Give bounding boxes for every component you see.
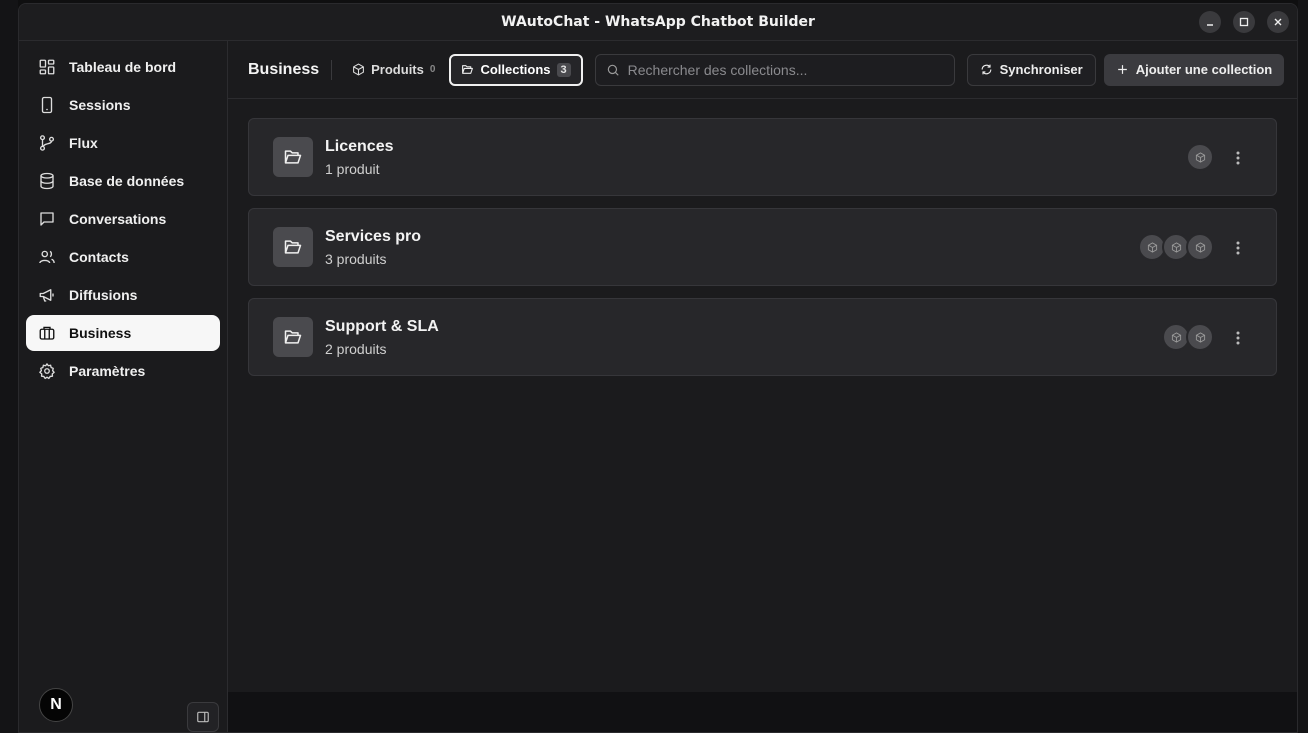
box-icon [353,63,365,76]
add-collection-button[interactable]: Ajouter une collection [1103,53,1285,86]
collection-icon-box [273,317,313,357]
title-bar: WAutoChat - WhatsApp Chatbot Builder [19,4,1297,41]
page-header: Business Produits 0 Collections 3 Recher… [228,41,1297,99]
window-title: WAutoChat - WhatsApp Chatbot Builder [501,14,815,30]
sidebar-item-label: Base de données [69,173,185,189]
box-icon [1195,331,1205,343]
folder-open-icon [284,240,302,254]
maximize-icon [1239,17,1249,27]
plus-icon [1117,65,1127,74]
folder-open-icon [284,150,302,164]
folder-open-icon [284,330,302,344]
sync-button-label: Synchroniser [999,62,1083,77]
footer-area [228,692,1297,732]
more-vertical-icon [1236,241,1240,255]
minimize-icon [1207,24,1213,26]
sidebar-item-flux[interactable]: Flux [26,125,220,161]
sidebar-item-broadcasts[interactable]: Diffusions [26,277,220,313]
collection-product-count: 3 produits [325,250,387,267]
add-collection-label: Ajouter une collection [1135,62,1273,77]
product-thumbnail [1186,323,1214,351]
collection-card[interactable]: Services pro 3 produits [248,208,1277,286]
product-thumbnails [1162,323,1214,351]
briefcase-icon [39,326,55,340]
sidebar-item-label: Conversations [69,211,167,227]
desktop-background-right [1298,0,1308,733]
collection-icon-box [273,137,313,177]
maximize-button[interactable] [1233,11,1255,33]
collection-name: Services pro [325,227,422,245]
sidebar-item-conversations[interactable]: Conversations [26,201,220,237]
collection-product-count: 2 produits [325,340,387,357]
collection-name: Licences [325,137,394,155]
product-thumbnails [1138,233,1214,261]
more-options-button[interactable] [1230,329,1246,347]
collections-list: Licences 1 produit Services pro 3 produi… [228,99,1297,407]
sidebar-toggle-icon [197,711,209,723]
sidebar-item-sessions[interactable]: Sessions [26,87,220,123]
window-controls [1199,11,1289,33]
git-branch-icon [39,135,55,151]
product-thumbnails [1186,143,1214,171]
product-thumbnail [1186,233,1214,261]
more-options-button[interactable] [1230,239,1246,257]
tab-collections[interactable]: Collections 3 [449,53,583,86]
megaphone-icon [39,289,54,302]
more-vertical-icon [1236,151,1240,165]
sidebar-item-settings[interactable]: Paramètres [26,353,220,389]
message-square-icon [40,212,54,226]
collapse-sidebar-button[interactable] [187,702,219,732]
search-icon [607,64,619,76]
folder-open-icon [462,65,474,74]
collection-card[interactable]: Licences 1 produit [248,118,1277,196]
search-input[interactable] [627,61,928,78]
collection-name: Support & SLA [325,317,439,335]
search-box [594,53,955,86]
tab-count: 3 [556,62,571,77]
collection-card[interactable]: Support & SLA 2 produits [248,298,1277,376]
sidebar-item-label: Diffusions [69,287,138,303]
sidebar-item-label: Contacts [69,249,129,265]
sidebar-item-contacts[interactable]: Contacts [26,239,220,275]
refresh-icon [981,64,992,75]
collection-product-count: 1 produit [325,160,380,177]
settings-icon [39,363,55,380]
close-icon [1274,18,1282,26]
tab-label: Collections [480,62,551,77]
box-icon [1171,331,1181,343]
more-vertical-icon [1236,331,1240,345]
sidebar-item-label: Paramètres [69,363,146,379]
box-icon [1147,241,1157,253]
box-icon [1171,241,1181,253]
app-window: WAutoChat - WhatsApp Chatbot Builder Tab… [18,3,1298,733]
sidebar-item-label: Tableau de bord [69,59,177,75]
sidebar-item-label: Business [69,325,132,341]
minimize-button[interactable] [1199,11,1221,33]
sync-button[interactable]: Synchroniser [966,53,1096,86]
main-content: Business Produits 0 Collections 3 Recher… [228,41,1297,732]
sidebar-item-database[interactable]: Base de données [26,163,220,199]
avatar[interactable]: N [39,688,73,722]
desktop-background-left [0,0,18,733]
divider [331,59,333,80]
close-button[interactable] [1267,11,1289,33]
product-thumbnail [1186,143,1214,171]
phone-icon [41,96,53,114]
collection-icon-box [273,227,313,267]
users-icon [39,250,55,264]
sidebar: Tableau de bord Sessions Flux Base de do… [19,41,228,732]
database-icon [40,172,54,190]
sidebar-item-label: Sessions [69,97,131,113]
tab-count: 0 [429,64,436,75]
sidebar-item-dashboard[interactable]: Tableau de bord [26,49,220,85]
dashboard-icon [39,59,55,75]
sidebar-item-business[interactable]: Business [26,315,220,351]
box-icon [1195,241,1205,253]
tab-products[interactable]: Produits 0 [342,54,445,86]
sidebar-item-label: Flux [69,135,98,151]
tab-label: Produits [371,62,424,77]
more-options-button[interactable] [1230,149,1246,167]
page-title: Business [248,60,320,78]
box-icon [1195,151,1205,163]
